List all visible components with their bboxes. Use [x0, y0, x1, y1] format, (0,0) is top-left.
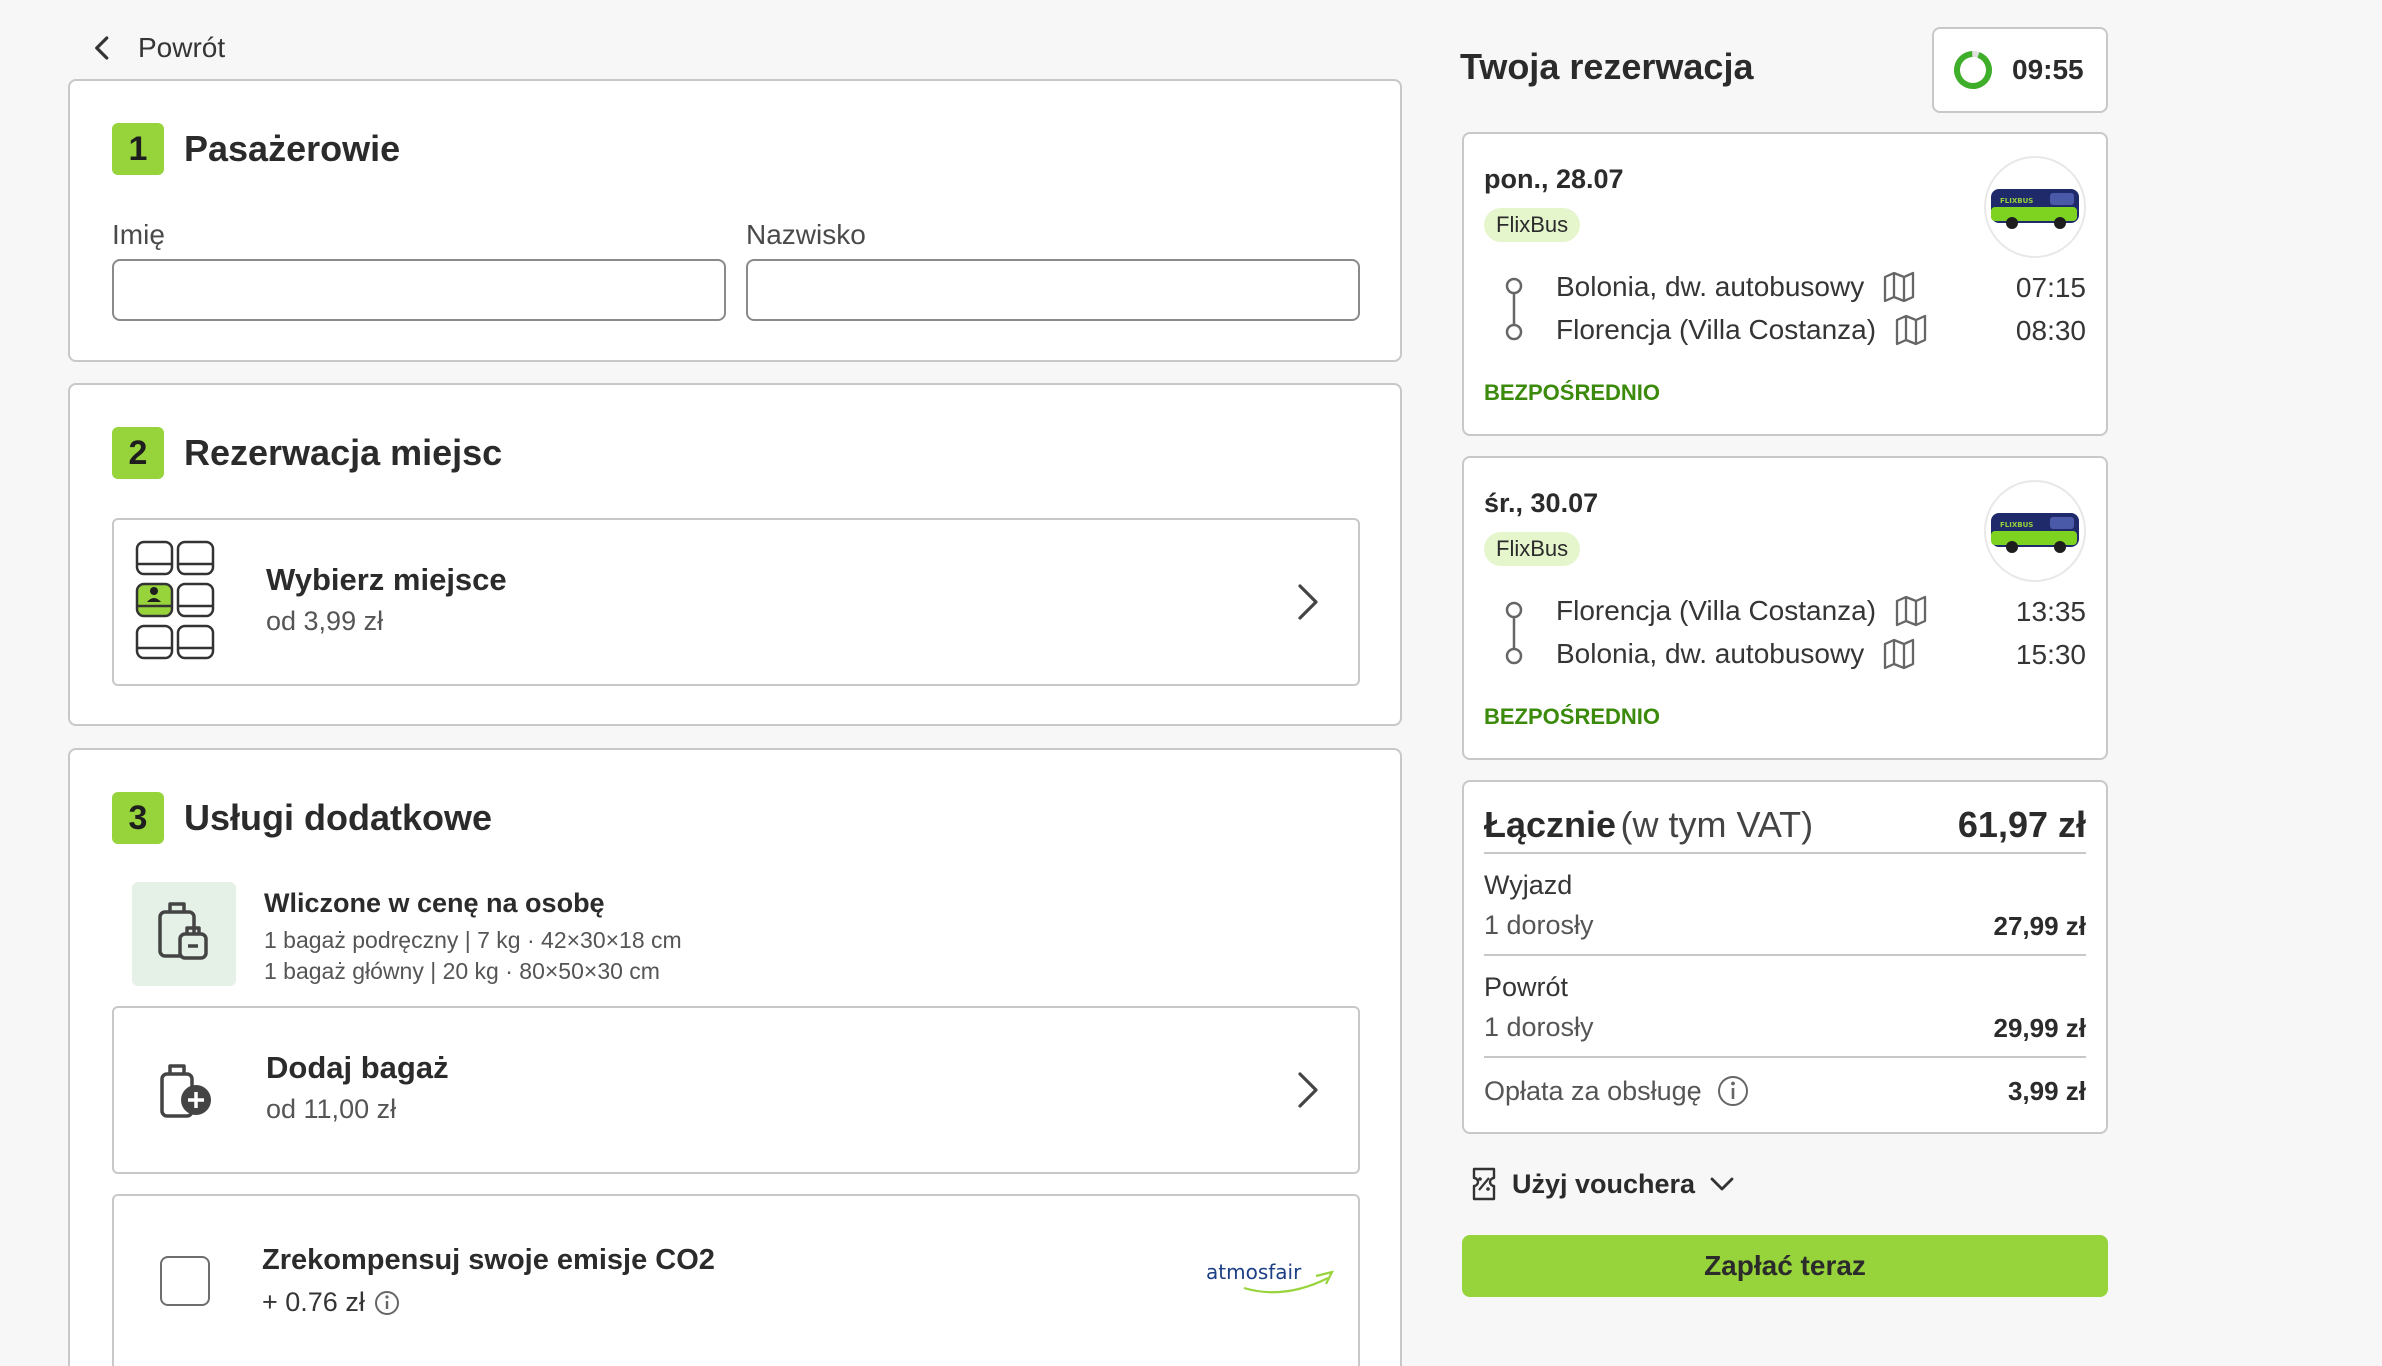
return-label: Powrót	[1484, 972, 1569, 1002]
map-icon[interactable]	[1882, 637, 1916, 671]
departure-stop: Florencja (Villa Costanza)	[1556, 594, 1928, 628]
voucher-label: Użyj vouchera	[1512, 1168, 1696, 1199]
stop-name: Florencja (Villa Costanza)	[1556, 595, 1877, 626]
atmosfair-logo: atmosfair	[1204, 1256, 1338, 1302]
divider	[1484, 1056, 2086, 1058]
co2-price: + 0.76 zł	[262, 1287, 365, 1317]
voucher-icon	[1472, 1167, 1496, 1201]
luggage-included-icon	[132, 882, 236, 986]
departure-time: 07:15	[2015, 272, 2086, 303]
outbound-label: Wyjazd	[1484, 870, 1573, 900]
reservation-title: Twoja rezerwacja	[1460, 46, 1754, 87]
passengers-header: 1 Pasażerowie	[112, 123, 400, 175]
direct-label: BEZPOŚREDNIO	[1484, 380, 1661, 405]
stop-name: Bolonia, dw. autobusowy	[1556, 271, 1865, 302]
extras-header: 3 Usługi dodatkowe	[112, 792, 492, 844]
trip-date: śr., 30.07	[1484, 488, 1599, 518]
timer-value: 09:55	[2012, 54, 2084, 85]
arrival-stop: Bolonia, dw. autobusowy	[1556, 637, 1916, 671]
add-baggage-title: Dodaj bagaż	[266, 1050, 449, 1085]
step-number: 3	[112, 792, 164, 844]
included-line: 1 bagaż główny | 20 kg · 80×50×30 cm	[264, 958, 660, 984]
departure-stop: Bolonia, dw. autobusowy	[1556, 270, 1916, 304]
first-name-input[interactable]	[112, 259, 726, 321]
svg-text:FLIXBUS: FLIXBUS	[2000, 197, 2033, 205]
included-line: 1 bagaż podręczny | 7 kg · 42×30×18 cm	[264, 927, 682, 953]
countdown-timer: 09:55	[1932, 27, 2108, 113]
price-summary: Łącznie (w tym VAT) 61,97 zł Wyjazd 1 do…	[1462, 780, 2108, 1134]
total-label: Łącznie	[1484, 804, 1617, 845]
chevron-right-icon	[1298, 584, 1318, 620]
map-icon[interactable]	[1882, 270, 1916, 304]
trip-card-outbound: pon., 28.07 FlixBus FLIXBUS Bolonia, dw.…	[1462, 132, 2108, 436]
route-line-icon	[1505, 601, 1523, 665]
trip-date: pon., 28.07	[1484, 164, 1624, 194]
return-price: 29,99 zł	[1993, 1013, 2086, 1043]
service-fee-price: 3,99 zł	[2007, 1076, 2086, 1106]
seat-map-icon	[135, 540, 215, 660]
step-number: 1	[112, 123, 164, 175]
last-name-label: Nazwisko	[746, 219, 866, 250]
back-label: Powrót	[138, 32, 226, 63]
service-fee-row: Opłata za obsługę	[1484, 1074, 1750, 1108]
vat-label: (w tym VAT)	[1620, 804, 1814, 845]
chevron-left-icon	[95, 36, 109, 60]
return-passengers: 1 dorosły	[1484, 1012, 1594, 1042]
divider	[1484, 852, 2086, 854]
section-title: Pasażerowie	[184, 128, 401, 169]
arrival-time: 08:30	[2015, 315, 2086, 346]
add-baggage-option[interactable]: Dodaj bagaż od 11,00 zł	[112, 1006, 1360, 1174]
section-title: Rezerwacja miejsc	[184, 432, 503, 473]
map-icon[interactable]	[1894, 594, 1928, 628]
extras-section: 3 Usługi dodatkowe Wliczone w cenę na os…	[68, 748, 1402, 1366]
outbound-price: 27,99 zł	[1993, 911, 2086, 941]
timer-ring-icon	[1954, 51, 1992, 90]
co2-title: Zrekompensuj swoje emisje CO2	[262, 1244, 715, 1276]
chevron-right-icon	[1298, 1072, 1318, 1108]
direct-label: BEZPOŚREDNIO	[1484, 704, 1661, 729]
choose-seat-title: Wybierz miejsce	[266, 562, 507, 597]
trip-card-return: śr., 30.07 FlixBus FLIXBUS Florencja (Vi…	[1462, 456, 2108, 760]
total-heading: Łącznie (w tym VAT)	[1484, 804, 1813, 846]
info-icon[interactable]	[1716, 1074, 1750, 1108]
stop-name: Bolonia, dw. autobusowy	[1556, 638, 1865, 669]
use-voucher-toggle[interactable]: Użyj vouchera	[1470, 1166, 1735, 1202]
add-baggage-icon	[160, 1064, 211, 1118]
map-icon[interactable]	[1894, 313, 1928, 347]
stop-name: Florencja (Villa Costanza)	[1556, 314, 1877, 345]
flixbus-bus-icon: FLIXBUS	[1984, 156, 2086, 258]
add-baggage-price: od 11,00 zł	[266, 1094, 397, 1124]
route-line-icon	[1505, 277, 1523, 341]
departure-time: 13:35	[2015, 596, 2086, 627]
svg-text:FLIXBUS: FLIXBUS	[2000, 521, 2033, 529]
back-link[interactable]: Powrót	[88, 28, 225, 68]
choose-seat-price: od 3,99 zł	[266, 606, 384, 636]
passengers-section: 1 Pasażerowie Imię Nazwisko	[68, 79, 1402, 362]
total-price: 61,97 zł	[1957, 804, 2086, 845]
arrival-stop: Florencja (Villa Costanza)	[1556, 313, 1928, 347]
choose-seat-option[interactable]: Wybierz miejsce od 3,99 zł	[112, 518, 1360, 686]
operator-badge: FlixBus	[1484, 208, 1581, 242]
section-title: Usługi dodatkowe	[184, 797, 493, 838]
service-fee-label: Opłata za obsługę	[1484, 1075, 1702, 1106]
divider	[1484, 954, 2086, 956]
chevron-down-icon	[1710, 1177, 1734, 1191]
included-title: Wliczone w cenę na osobę	[264, 888, 605, 918]
seat-reservation-section: 2 Rezerwacja miejsc Wybierz miejsce od 3…	[68, 383, 1402, 726]
co2-checkbox[interactable]	[160, 1256, 210, 1306]
operator-badge: FlixBus	[1484, 532, 1581, 566]
co2-compensation-option[interactable]: Zrekompensuj swoje emisje CO2 + 0.76 zł …	[112, 1194, 1360, 1366]
arrival-time: 15:30	[2015, 639, 2086, 670]
pay-now-button[interactable]: Zapłać teraz	[1462, 1235, 2108, 1297]
first-name-label: Imię	[112, 219, 165, 250]
seats-header: 2 Rezerwacja miejsc	[112, 427, 502, 479]
flixbus-bus-icon: FLIXBUS	[1984, 480, 2086, 582]
step-number: 2	[112, 427, 164, 479]
outbound-passengers: 1 dorosły	[1484, 910, 1594, 940]
last-name-input[interactable]	[746, 259, 1360, 321]
info-icon[interactable]	[373, 1289, 401, 1317]
